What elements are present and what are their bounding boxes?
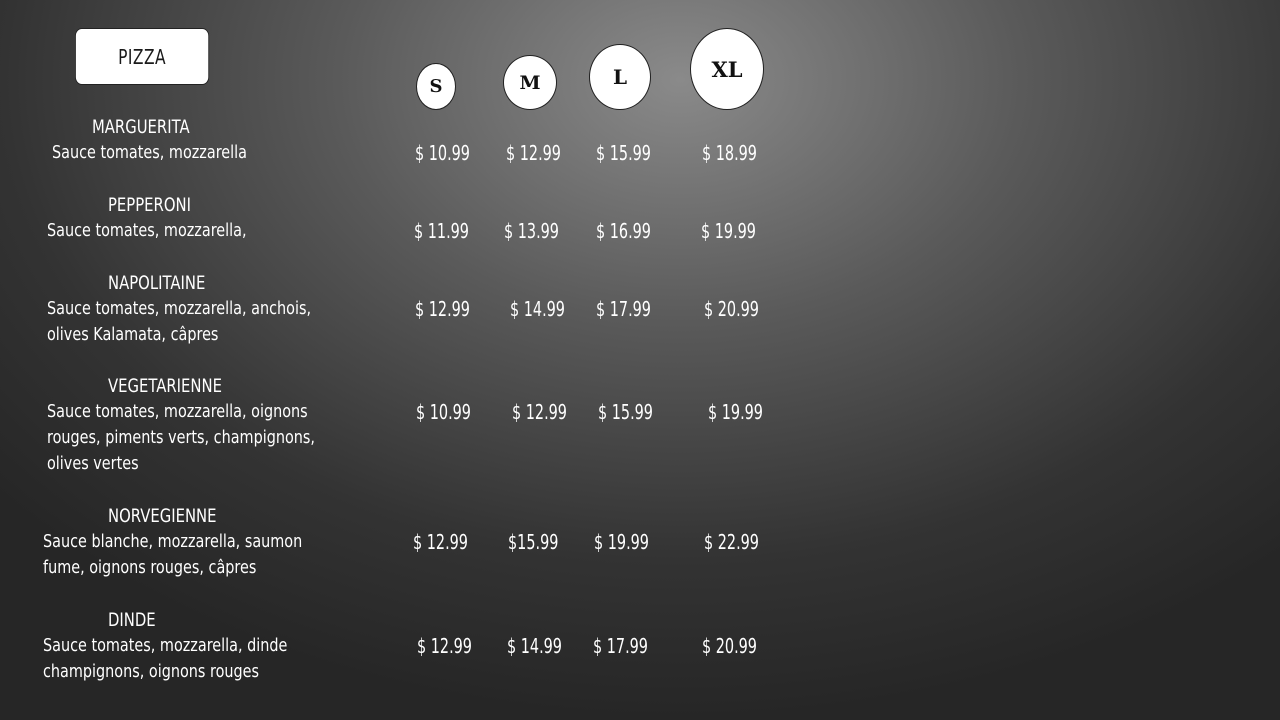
- price-s: $ 10.99: [415, 141, 470, 165]
- price-m: $ 14.99: [510, 297, 565, 321]
- description-line: Sauce tomates, mozzarella: [52, 142, 247, 163]
- size-label-s: S: [429, 76, 443, 97]
- menu-title: PIZZA: [118, 44, 166, 69]
- price-s: $ 12.99: [415, 297, 470, 321]
- price-s: $ 11.99: [414, 219, 469, 243]
- price-s: $ 12.99: [417, 634, 472, 658]
- price-s: $ 10.99: [416, 400, 471, 424]
- size-label-l: L: [612, 65, 628, 89]
- size-header-xl: XL: [690, 28, 764, 110]
- price-l: $ 19.99: [594, 530, 649, 554]
- item-description: Sauce blanche, mozzarella, saumon fume, …: [43, 529, 302, 581]
- price-s: $ 12.99: [413, 530, 468, 554]
- item-description: Sauce tomates, mozzarella,: [47, 218, 247, 244]
- price-l: $ 16.99: [596, 219, 651, 243]
- size-header-m: M: [503, 55, 557, 110]
- price-l: $ 17.99: [596, 297, 651, 321]
- item-description: Sauce tomates, mozzarella, dinde champig…: [43, 633, 287, 685]
- price-m: $ 13.99: [504, 219, 559, 243]
- price-l: $ 15.99: [598, 400, 653, 424]
- price-l: $ 15.99: [596, 141, 651, 165]
- price-m: $ 12.99: [506, 141, 561, 165]
- description-line: Sauce tomates, mozzarella,: [47, 220, 247, 241]
- price-xl: $ 20.99: [704, 297, 759, 321]
- size-header-l: L: [589, 44, 651, 110]
- description-line: rouges, piments verts, champignons,: [47, 427, 316, 448]
- size-label-m: M: [519, 71, 541, 94]
- item-name: NAPOLITAINE: [108, 272, 206, 294]
- description-line: olives Kalamata, câpres: [47, 324, 219, 345]
- price-xl: $ 19.99: [701, 219, 756, 243]
- description-line: champignons, oignons rouges: [43, 661, 260, 682]
- price-xl: $ 20.99: [702, 634, 757, 658]
- price-xl: $ 18.99: [702, 141, 757, 165]
- item-name: NORVEGIENNE: [108, 505, 217, 527]
- item-name: DINDE: [108, 609, 156, 631]
- description-line: olives vertes: [47, 453, 139, 474]
- description-line: Sauce blanche, mozzarella, saumon: [43, 531, 303, 552]
- item-description: Sauce tomates, mozzarella, anchois, oliv…: [47, 296, 311, 348]
- size-header-s: S: [416, 63, 456, 110]
- price-m: $ 14.99: [507, 634, 562, 658]
- price-xl: $ 22.99: [704, 530, 759, 554]
- description-line: Sauce tomates, mozzarella, anchois,: [47, 298, 312, 319]
- description-line: Sauce tomates, mozzarella, dinde: [43, 635, 288, 656]
- price-l: $ 17.99: [593, 634, 648, 658]
- item-name: VEGETARIENNE: [108, 375, 222, 397]
- description-line: fume, oignons rouges, câpres: [43, 557, 257, 578]
- item-description: Sauce tomates, mozzarella, oignons rouge…: [47, 399, 315, 477]
- price-m: $ 12.99: [512, 400, 567, 424]
- item-name: MARGUERITA: [92, 116, 190, 138]
- price-m: $15.99: [508, 530, 559, 554]
- item-name: PEPPERONI: [108, 194, 191, 216]
- item-description: Sauce tomates, mozzarella: [52, 140, 247, 166]
- size-label-xl: XL: [711, 56, 743, 82]
- price-xl: $ 19.99: [708, 400, 763, 424]
- description-line: Sauce tomates, mozzarella, oignons: [47, 401, 308, 422]
- menu-title-box: PIZZA: [75, 28, 210, 85]
